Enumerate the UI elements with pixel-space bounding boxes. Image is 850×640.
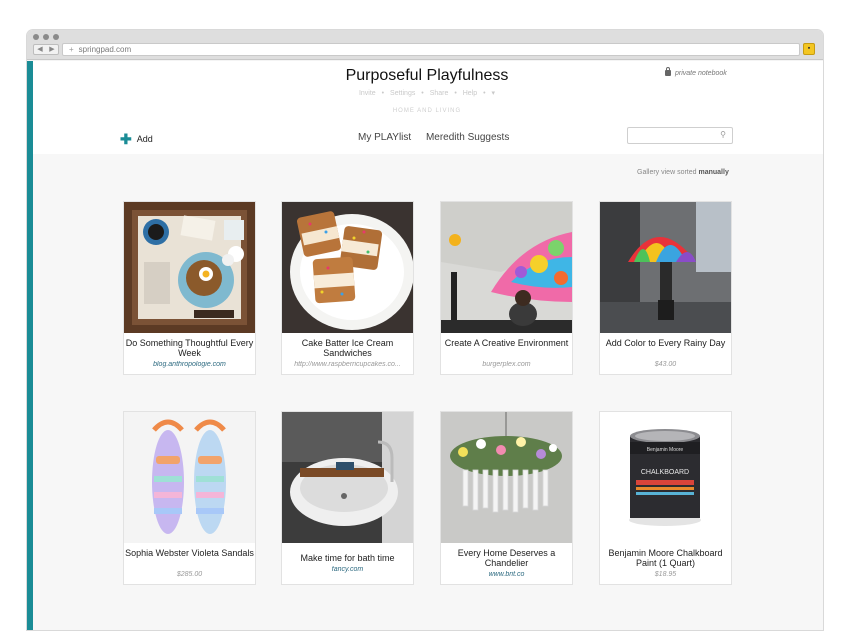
window-close-dot[interactable] — [33, 34, 39, 40]
chevron-down-icon[interactable]: ▾ — [492, 90, 496, 97]
sorted-value: manually — [698, 169, 729, 176]
breakfast-tray-image — [124, 202, 255, 333]
card-creative-environment[interactable]: Create A Creative Environment burgerplex… — [440, 201, 573, 375]
breadcrumb[interactable]: HOME AND LIVING — [33, 108, 821, 114]
subnav-sep: • — [483, 90, 486, 97]
private-notebook-label: private notebook — [665, 67, 727, 77]
card-image: Benjamin Moore CHALKBOARD — [600, 412, 731, 543]
window-zoom-dot[interactable] — [53, 34, 59, 40]
card-source[interactable]: http://www.raspberricupcakes.co... — [286, 361, 409, 368]
card-price: $43.00 — [654, 361, 677, 368]
card-source[interactable]: www.brit.co — [445, 571, 568, 578]
tab-my-playlist[interactable]: My PLAYlist — [358, 132, 411, 143]
page-content: Purposeful Playfulness Invite • Settings… — [33, 61, 823, 630]
subnav-share[interactable]: Share — [430, 90, 449, 97]
card-image — [282, 202, 413, 333]
nav-buttons: ◀ ▶ — [33, 44, 59, 55]
card-bath-time[interactable]: Make time for bath time fancy.com — [281, 411, 414, 585]
card-chandelier[interactable]: Every Home Deserves a Chandelier www.bri… — [440, 411, 573, 585]
notebook-subnav: Invite • Settings • Share • Help • ▾ — [33, 89, 821, 97]
card-source[interactable]: blog.anthropologie.com — [128, 361, 251, 368]
card-image — [441, 412, 572, 543]
subnav-sep: • — [454, 90, 457, 97]
bathtub-image — [282, 412, 413, 543]
card-image — [124, 202, 255, 333]
tab-meredith-suggests[interactable]: Meredith Suggests — [426, 132, 509, 143]
card-title: Sophia Webster Violeta Sandals — [125, 548, 254, 558]
lock-icon — [665, 67, 671, 76]
ice-cream-sandwich-image — [282, 202, 413, 333]
card-title: Make time for bath time — [300, 553, 395, 563]
card-image — [600, 202, 731, 333]
card-title: Create A Creative Environment — [444, 338, 569, 348]
card-source[interactable]: burgerplex.com — [445, 361, 568, 368]
address-bar[interactable]: + springpad.com — [62, 43, 800, 56]
card-chalkboard-paint[interactable]: Benjamin Moore CHALKBOARD Benjamin Moore… — [599, 411, 732, 585]
card-title: Cake Batter Ice Cream Sandwiches — [301, 338, 394, 358]
card-title: Benjamin Moore Chalkboard Paint (1 Quart… — [608, 548, 723, 568]
card-source[interactable]: fancy.com — [286, 566, 409, 573]
notebook-tabs: My PLAYlist Meredith Suggests — [358, 132, 521, 143]
card-sandals[interactable]: Sophia Webster Violeta Sandals $285.00 — [123, 411, 256, 585]
subnav-sep: • — [381, 90, 385, 97]
subnav-settings[interactable]: Settings — [390, 90, 415, 97]
add-label: Add — [136, 134, 153, 144]
search-icon[interactable]: ⚲ — [720, 130, 726, 139]
notebook-header: Purposeful Playfulness Invite • Settings… — [33, 61, 823, 154]
card-image — [282, 412, 413, 543]
forward-arrow-icon[interactable]: ▶ — [46, 45, 58, 54]
plus-icon: ✚ — [120, 131, 132, 147]
card-cake-batter[interactable]: Cake Batter Ice Cream Sandwiches http://… — [281, 201, 414, 375]
card-thoughtful[interactable]: Do Something Thoughtful Every Week blog.… — [123, 201, 256, 375]
private-label-text: private notebook — [675, 70, 727, 77]
card-image — [441, 202, 572, 333]
subnav-help[interactable]: Help — [463, 90, 477, 97]
card-price: $18.95 — [654, 571, 677, 578]
colorful-wall-mural-image — [441, 202, 572, 333]
browser-window: ◀ ▶ + springpad.com ▪ Purposeful Playfuln… — [27, 30, 823, 630]
puzzle-icon[interactable]: ▪ — [803, 43, 815, 55]
rainbow-umbrella-image — [600, 202, 731, 333]
svg-text:CHALKBOARD: CHALKBOARD — [641, 469, 689, 476]
card-title: Every Home Deserves a Chandelier — [457, 548, 556, 568]
card-price: $285.00 — [176, 571, 203, 578]
jelly-sandals-image — [124, 412, 255, 543]
svg-text:Benjamin Moore: Benjamin Moore — [647, 447, 684, 453]
browser-chrome: ◀ ▶ + springpad.com ▪ — [27, 30, 823, 60]
card-rainy-day[interactable]: Add Color to Every Rainy Day $43.00 — [599, 201, 732, 375]
card-title: Add Color to Every Rainy Day — [605, 338, 726, 348]
paint-can-image: Benjamin Moore CHALKBOARD — [600, 412, 731, 543]
flower-chandelier-image — [441, 412, 572, 543]
card-image — [124, 412, 255, 543]
window-minimize-dot[interactable] — [43, 34, 49, 40]
back-arrow-icon[interactable]: ◀ — [34, 45, 46, 54]
gallery-view-label: Gallery view — [637, 169, 676, 176]
subnav-sep: • — [421, 90, 424, 97]
add-button[interactable]: ✚ Add — [120, 131, 153, 148]
url-text: springpad.com — [78, 45, 132, 54]
new-tab-plus: + — [69, 45, 74, 54]
view-sort-label[interactable]: Gallery view sorted manually — [637, 169, 729, 176]
subnav-invite[interactable]: Invite — [359, 90, 376, 97]
card-title: Do Something Thoughtful Every Week — [125, 338, 254, 358]
sorted-label: sorted — [677, 169, 697, 176]
search-input[interactable]: ⚲ — [627, 127, 733, 144]
